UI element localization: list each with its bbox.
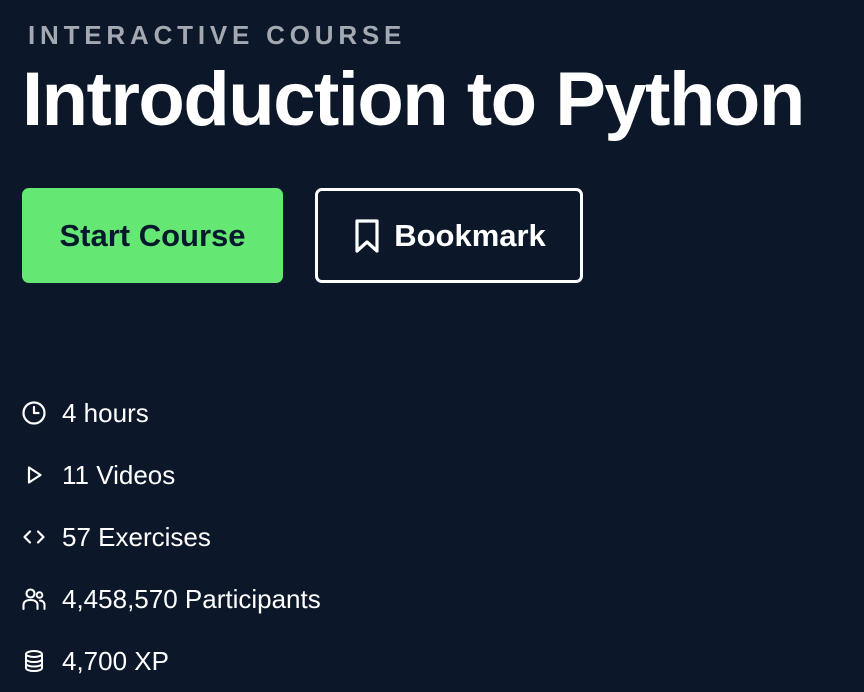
participants-icon [21, 586, 47, 612]
stat-xp: 4,700 XP [21, 630, 321, 692]
xp-stack-icon [21, 648, 47, 674]
stat-xp-label: 4,700 XP [62, 645, 169, 676]
clock-icon [21, 400, 47, 426]
course-title: Introduction to Python [22, 57, 805, 142]
play-icon [21, 462, 47, 488]
start-course-label: Start Course [59, 217, 246, 253]
stat-duration-label: 4 hours [62, 397, 149, 428]
stat-duration: 4 hours [21, 382, 321, 444]
stat-videos-label: 11 Videos [62, 459, 176, 490]
start-course-button[interactable]: Start Course [22, 188, 283, 283]
stat-participants: 4,458,570 Participants [21, 568, 321, 630]
course-eyebrow: INTERACTIVE COURSE [28, 20, 407, 50]
bookmark-label: Bookmark [394, 217, 546, 253]
bookmark-icon [352, 218, 382, 254]
stat-videos: 11 Videos [21, 444, 321, 506]
course-stats-list: 4 hours 11 Videos 57 Exercises 4,458,570… [21, 382, 321, 692]
code-icon [21, 524, 47, 550]
stat-exercises-label: 57 Exercises [62, 521, 211, 552]
bookmark-button[interactable]: Bookmark [315, 188, 583, 283]
stat-exercises: 57 Exercises [21, 506, 321, 568]
stat-participants-label: 4,458,570 Participants [62, 583, 321, 614]
